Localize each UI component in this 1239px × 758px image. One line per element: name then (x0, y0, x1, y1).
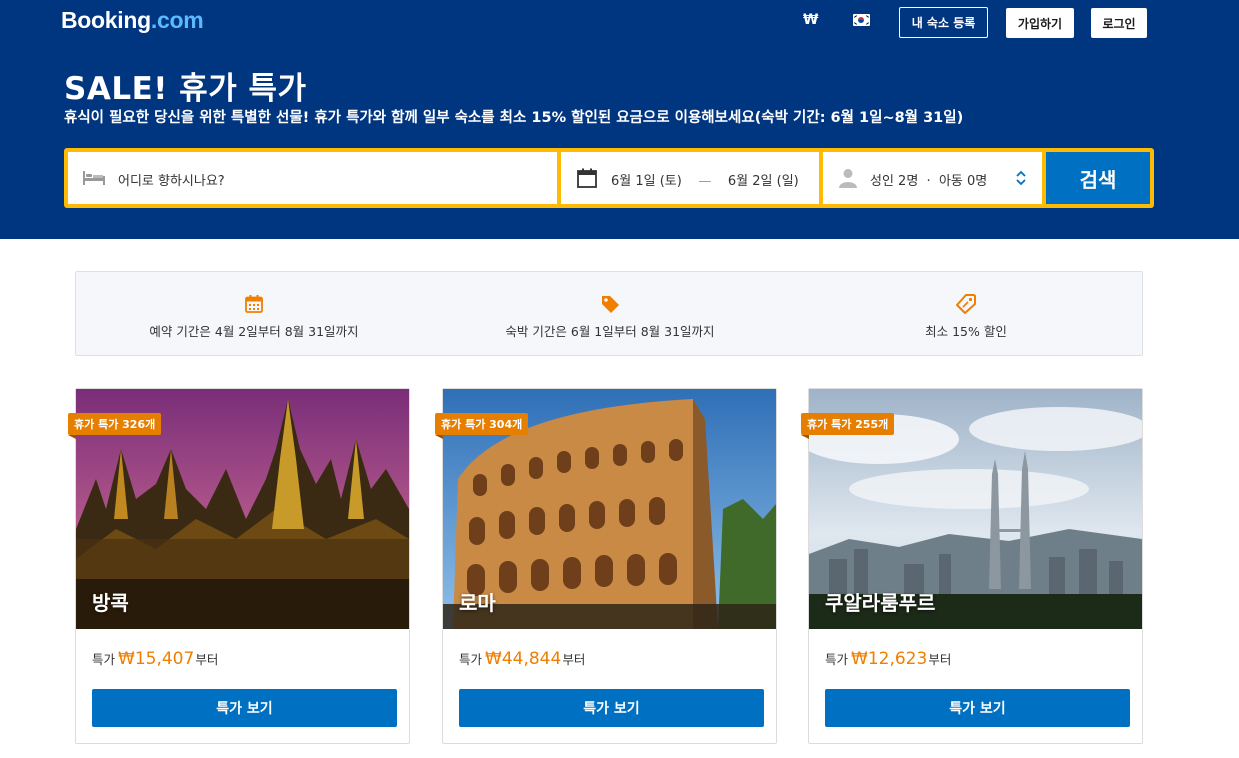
city-name: 방콕 (92, 591, 129, 615)
page-title: SALE! 휴가 특가 (64, 71, 307, 107)
discount-tag-icon (956, 294, 976, 314)
guest-selector[interactable]: 성인 2명 · 아동 0명 (823, 152, 1042, 204)
promo-perks-panel: 예약 기간은 4월 2일부터 8월 31일까지 숙박 기간은 6월 1일부터 8… (75, 271, 1143, 356)
booking-logo[interactable]: Booking.com (61, 7, 204, 34)
header-banner: Booking.com ₩ 내 숙소 등록 가입하기 로그인 SALE! 휴가 … (0, 0, 1239, 239)
login-button[interactable]: 로그인 (1091, 8, 1147, 38)
checkin-date: 6월 1일 (토) (611, 174, 682, 189)
perk-discount: 최소 15% 할인 (788, 294, 1144, 340)
date-range: 6월 1일 (토) — 6월 2일 (일) (611, 170, 799, 189)
search-button[interactable]: 검색 (1046, 152, 1150, 204)
perk-stay-period: 숙박 기간은 6월 1일부터 8월 31일까지 (432, 294, 788, 340)
date-separator: — (698, 174, 712, 189)
page-subtitle: 휴식이 필요한 당신을 위한 특별한 선물! 휴가 특가와 함께 일부 숙소를 … (64, 110, 964, 126)
deal-count-badge: 휴가 특가 255개 (801, 413, 895, 439)
checkout-date: 6월 2일 (일) (727, 174, 799, 189)
view-deals-button[interactable]: 특가 보기 (459, 689, 764, 727)
view-deals-button[interactable]: 특가 보기 (825, 689, 1130, 727)
deal-price: 특가 ₩44,844 부터 (459, 649, 586, 669)
date-picker[interactable]: 6월 1일 (토) — 6월 2일 (일) (561, 152, 819, 204)
bed-icon (83, 171, 105, 185)
city-name: 쿠알라룸푸르 (825, 591, 936, 615)
deal-count-badge: 휴가 특가 304개 (435, 413, 529, 439)
south-korea-flag-icon[interactable] (853, 14, 870, 26)
list-property-button[interactable]: 내 숙소 등록 (899, 7, 988, 38)
deal-price: 특가 ₩15,407 부터 (92, 649, 219, 669)
calendar-icon (577, 168, 597, 188)
person-icon (839, 169, 857, 188)
search-bar: 어디로 향하시나요? 6월 1일 (토) — 6월 2일 (일) 성인 2명 ·… (64, 148, 1154, 208)
perk-booking-period: 예약 기간은 4월 2일부터 8월 31일까지 (76, 294, 432, 340)
chevron-updown-icon (1016, 170, 1026, 186)
destination-input[interactable]: 어디로 향하시나요? (68, 152, 557, 204)
tag-icon (602, 296, 619, 313)
destination-placeholder: 어디로 향하시나요? (118, 174, 225, 189)
deal-price: 특가 ₩12,623 부터 (825, 649, 952, 669)
deal-count-badge: 휴가 특가 326개 (68, 413, 162, 439)
guest-summary: 성인 2명 · 아동 0명 (870, 174, 988, 189)
calendar-icon (245, 295, 263, 313)
deal-card-rome[interactable]: 휴가 특가 304개 로마 특가 ₩44,844 부터 특가 보기 (435, 388, 777, 744)
view-deals-button[interactable]: 특가 보기 (92, 689, 397, 727)
city-name: 로마 (459, 591, 496, 615)
signup-button[interactable]: 가입하기 (1006, 8, 1074, 38)
currency-selector[interactable]: ₩ (803, 12, 818, 28)
deal-card-bangkok[interactable]: 휴가 특가 326개 방콕 특가 ₩15,407 부터 특가 보기 (68, 388, 410, 744)
deal-card-kuala-lumpur[interactable]: 휴가 특가 255개 쿠알라룸푸르 특가 ₩12,623 부터 특가 보기 (801, 388, 1143, 744)
